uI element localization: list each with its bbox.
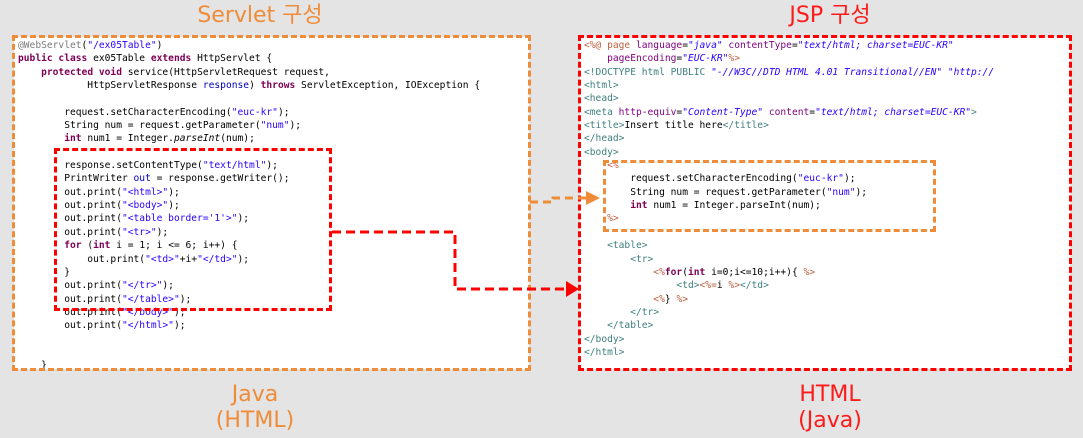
html-sub-label: (Java): [798, 408, 862, 433]
connector-arrows: [332, 191, 600, 297]
java-sub-label: (HTML): [215, 408, 295, 433]
java-label: Java: [231, 382, 279, 407]
orange-arrow: [530, 191, 600, 205]
html-label: HTML: [799, 382, 861, 407]
red-arrow: [332, 230, 579, 297]
